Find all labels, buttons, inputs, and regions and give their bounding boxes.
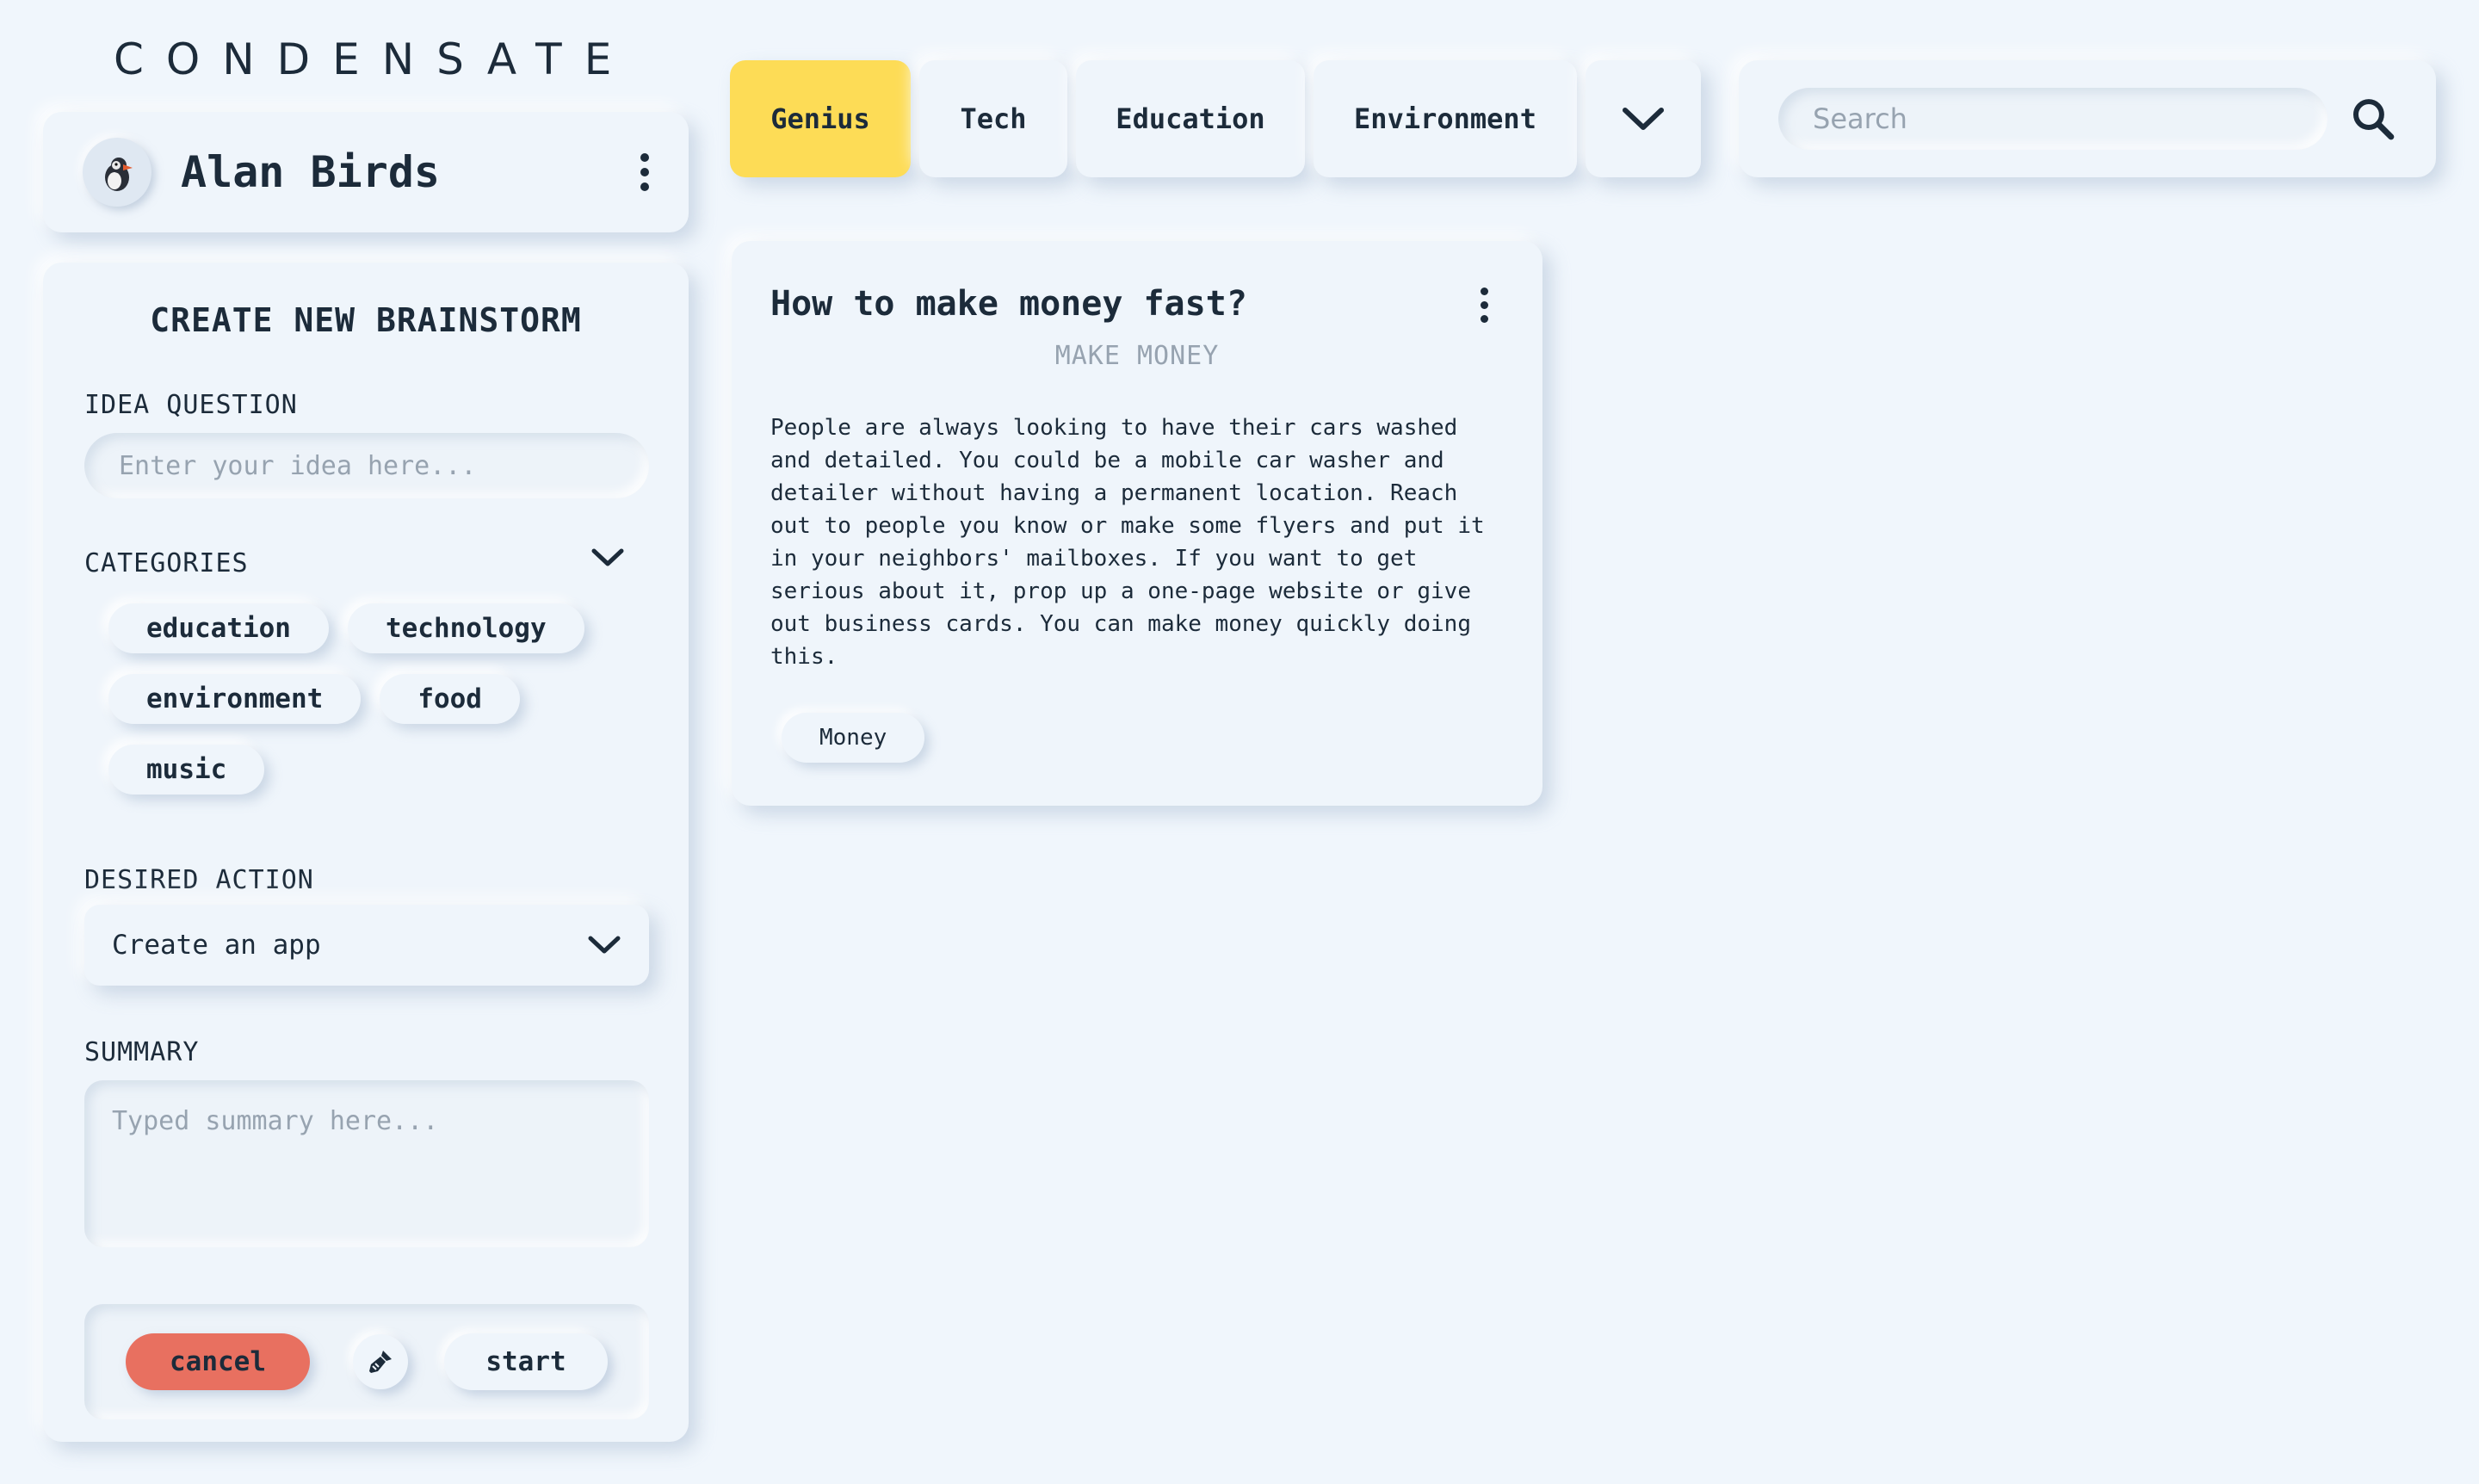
category-chip[interactable]: education [108,603,329,653]
card-title: How to make money fast? [770,284,1247,324]
search-icon[interactable] [2350,96,2396,142]
panel-title: CREATE NEW BRAINSTORM [150,301,582,339]
card-subtitle: MAKE MONEY [1054,341,1220,371]
avatar[interactable] [83,138,151,207]
category-chip[interactable]: music [108,745,265,795]
broom-icon [369,1351,392,1373]
tab-genius[interactable]: Genius [730,60,911,177]
chevron-down-icon[interactable] [590,547,625,569]
profile-card: Alan Birds [43,112,689,232]
profile-name: Alan Birds [181,147,441,197]
brainstorm-panel: CREATE NEW BRAINSTORM IDEA QUESTION CATE… [43,263,689,1442]
category-chip[interactable]: food [380,674,520,724]
start-button[interactable]: start [444,1333,608,1390]
card-menu-icon[interactable] [1481,288,1488,323]
summary-label: SUMMARY [84,1037,200,1067]
idea-question-input[interactable] [84,433,649,498]
idea-question-label: IDEA QUESTION [84,390,298,420]
profile-menu-icon[interactable] [640,153,649,191]
tab-education[interactable]: Education [1076,60,1305,177]
idea-card[interactable]: How to make money fast? MAKE MONEY Peopl… [732,241,1542,806]
desired-action-label: DESIRED ACTION [84,865,314,895]
tab-tech[interactable]: Tech [919,60,1067,177]
card-body: People are always looking to have their … [770,415,1485,670]
category-chip[interactable]: technology [347,603,584,653]
chevron-down-icon [588,936,621,954]
summary-textarea[interactable] [84,1080,649,1247]
app-logo: CONDENSATE [114,34,634,84]
puffin-icon [105,158,133,191]
categories-label: CATEGORIES [84,548,249,578]
clear-button[interactable] [353,1334,408,1389]
category-chip[interactable]: environment [108,674,362,724]
search-bar [1739,60,2436,177]
card-tag[interactable]: Money [782,713,925,763]
tabs-more-button[interactable] [1586,60,1701,177]
desired-action-value: Create an app [112,930,321,961]
tab-environment[interactable]: Environment [1314,60,1577,177]
chevron-down-icon [1623,108,1664,130]
search-input[interactable] [1778,88,2328,150]
desired-action-select[interactable]: Create an app [84,905,649,986]
action-bar: cancel start [84,1304,649,1419]
cancel-button[interactable]: cancel [126,1333,310,1390]
category-chips: education technology environment food mu… [108,603,625,795]
